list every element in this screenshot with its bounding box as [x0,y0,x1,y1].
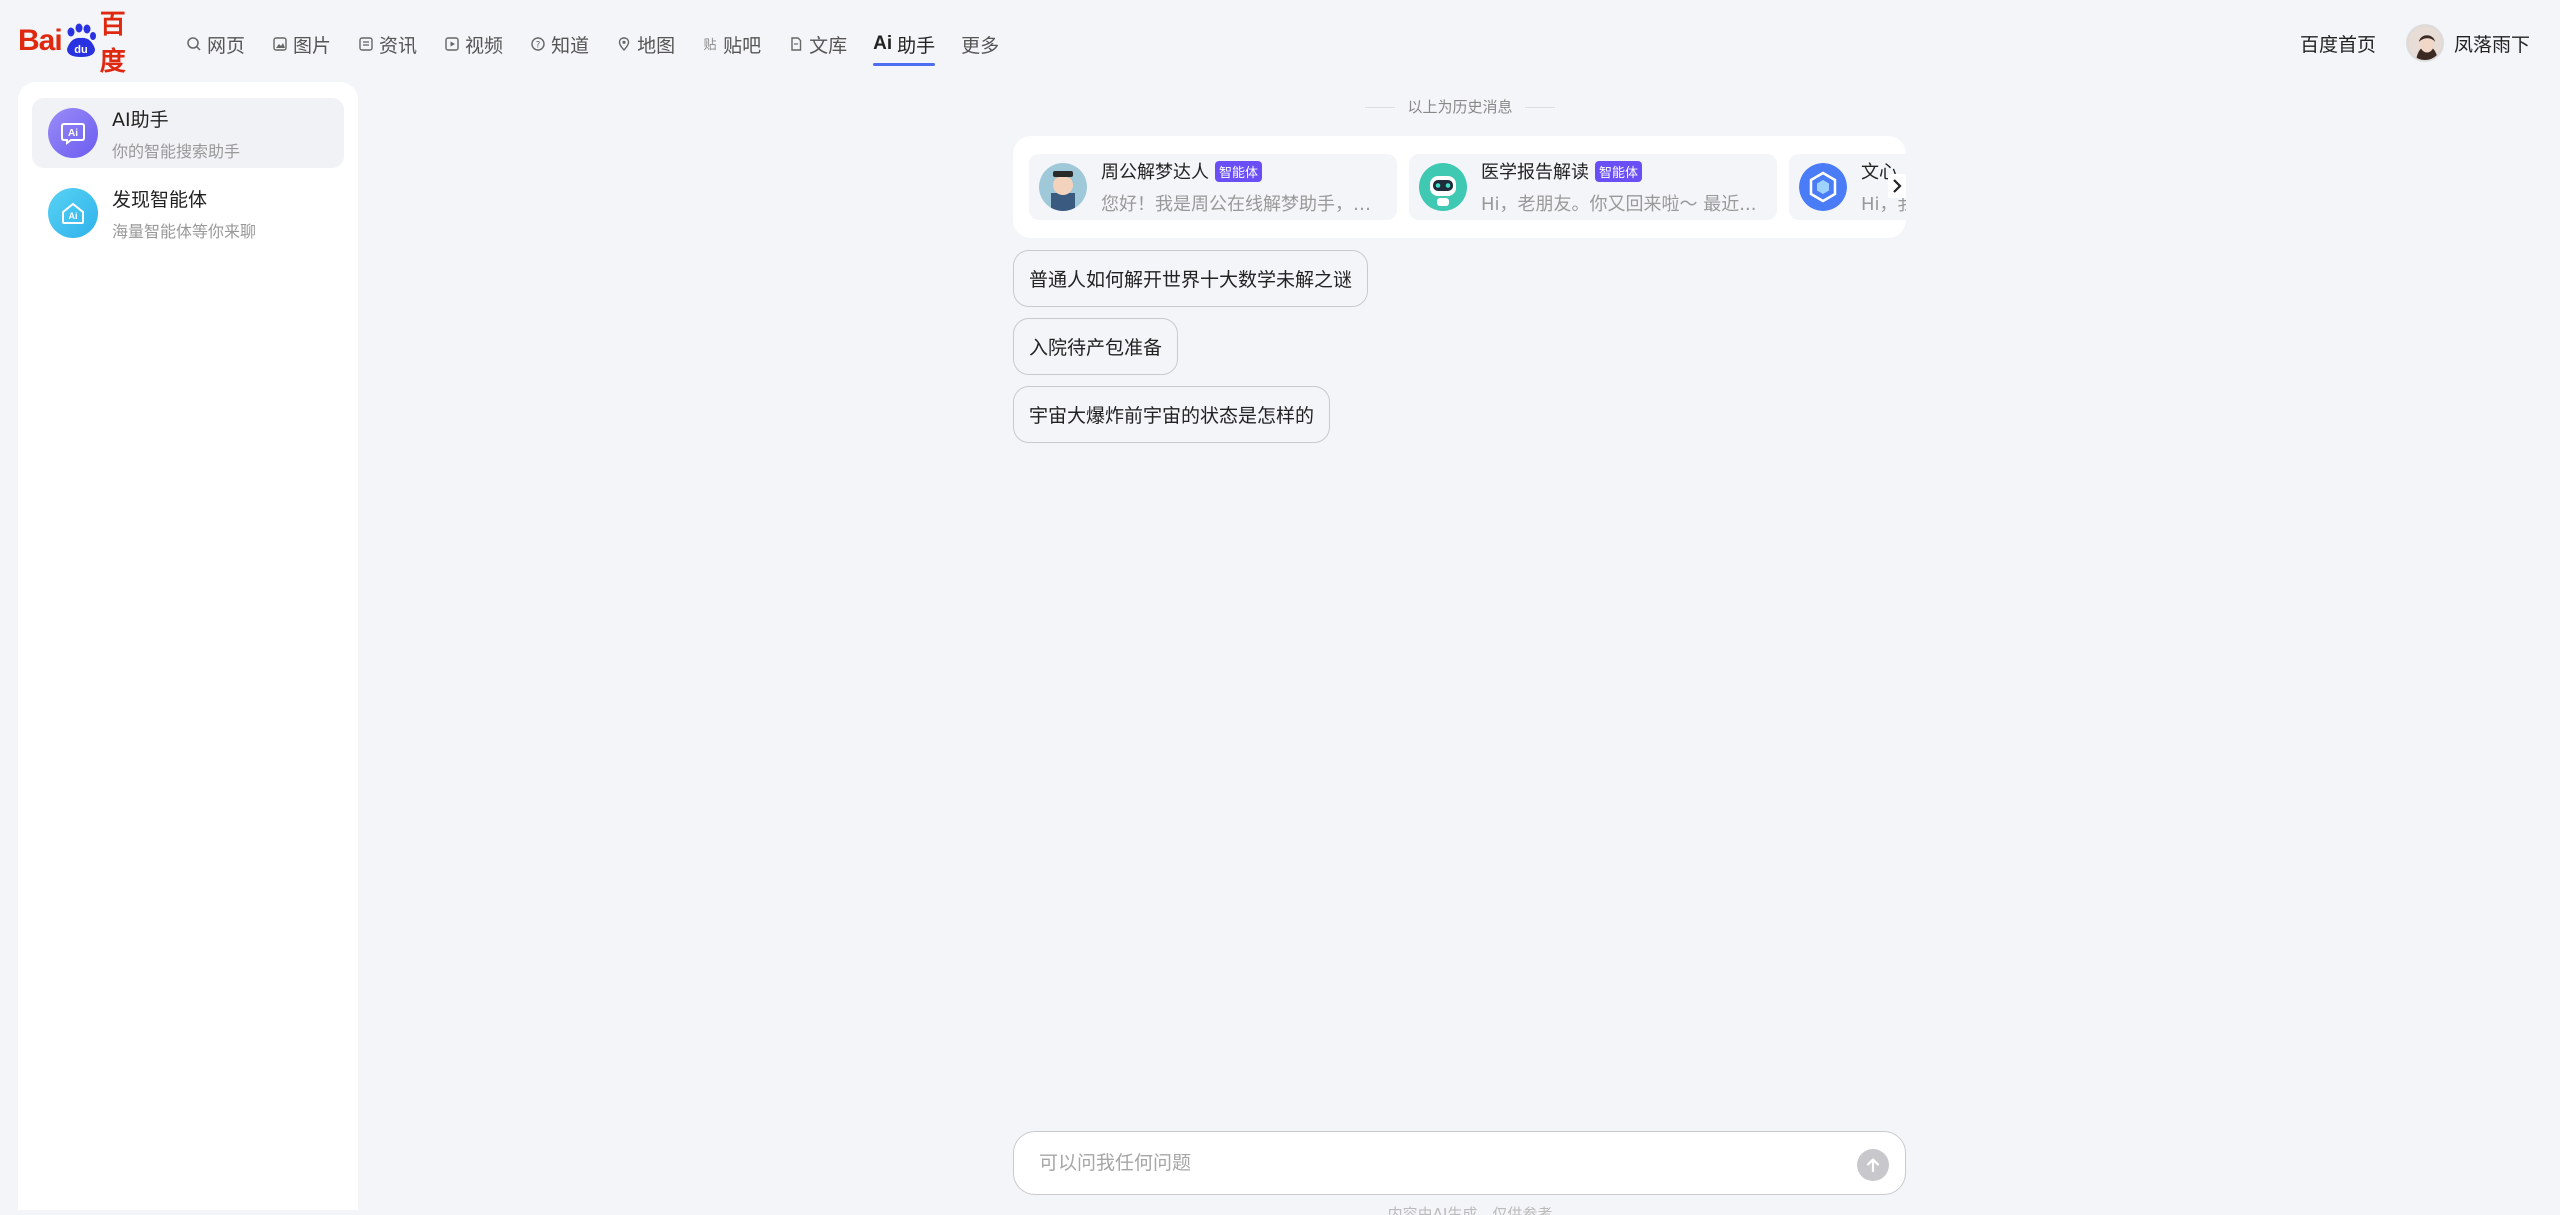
agent-avatar [1419,163,1467,211]
nav-label: 图片 [293,34,332,57]
nav-map[interactable]: 地图 [615,26,675,62]
agent-info: 医学报告解读 智能体 Hi，老朋友。你又回来啦～ 最近... [1481,158,1761,216]
baidu-home-link[interactable]: 百度首页 [2300,30,2376,57]
logo-cn: 百度 [99,10,126,77]
agent-desc: Hi，老朋友。你又回来啦～ 最近... [1481,194,1757,215]
discover-agents-icon: Ai [48,188,98,238]
agent-name: 医学报告解读 [1481,162,1589,183]
top-bar: Bai du 百度 网页 图片 资讯 视频 ? 知道 地图 贴 贴吧 文库 Ai… [0,0,2560,82]
search-nav: 网页 图片 资讯 视频 ? 知道 地图 贴 贴吧 文库 Ai 助手 更多 [185,26,1025,66]
suggestion-chip[interactable]: 普通人如何解开世界十大数学未解之谜 [1013,250,1369,307]
suggestion-chip[interactable]: 入院待产包准备 [1013,318,1179,375]
agent-avatar [1799,163,1847,211]
arrow-up-icon [1866,1158,1880,1173]
nav-label: 地图 [637,34,676,57]
nav-label: 更多 [961,34,1000,57]
nav-label: 助手 [897,34,936,57]
discover-icon-text: Ai [69,211,78,221]
news-icon [357,35,375,53]
nav-wenku[interactable]: 文库 [787,26,847,62]
nav-news[interactable]: 资讯 [357,26,417,62]
nav-label: 贴吧 [723,34,762,57]
sidebar-item-discover-agents[interactable]: Ai 发现智能体 海量智能体等你来聊 [32,178,344,248]
nav-label: 文库 [809,34,848,57]
nav-ai-assistant[interactable]: Ai 助手 [873,26,936,66]
sidebar-item-text: 发现智能体 海量智能体等你来聊 [112,185,256,242]
suggestion-list: 普通人如何解开世界十大数学未解之谜 入院待产包准备 宇宙大爆炸前宇宙的状态是怎样… [1013,250,1369,454]
sidebar-item-subtitle: 海量智能体等你来聊 [112,221,257,241]
footer-note: 内容由AI生成，仅供参考 [1387,1205,1553,1215]
map-icon [615,35,633,53]
svg-text:?: ? [536,41,541,51]
ai-assistant-icon: Ai [48,108,98,158]
sidebar-item-ai-assistant[interactable]: Ai AI助手 你的智能搜索助手 [32,98,344,168]
paw-icon: du [63,23,99,59]
avatar[interactable] [2405,24,2444,62]
agent-tag: 智能体 [1595,160,1643,182]
ai-icon-text: Ai [68,128,78,139]
nav-label: 资讯 [379,34,418,57]
video-icon [443,35,461,53]
agent-name: 周公解梦达人 [1101,162,1209,183]
nav-label: 知道 [551,34,590,57]
svg-text:贴: 贴 [704,38,717,52]
sidebar: Ai AI助手 你的智能搜索助手 Ai 发现智能体 海量智能体等你来聊 [18,82,358,1210]
chat-input-box [1013,1131,1906,1195]
user-area: 百度首页 凤落雨下 [2300,24,2530,62]
agent-tag: 智能体 [1215,160,1263,182]
search-icon [185,35,203,53]
nav-images[interactable]: 图片 [271,26,331,62]
agent-name-row: 医学报告解读 智能体 [1481,158,1761,184]
logo-bai: Bai [18,24,63,57]
sidebar-item-text: AI助手 你的智能搜索助手 [112,105,240,162]
send-button[interactable] [1857,1149,1889,1181]
baidu-logo[interactable]: Bai du 百度 [18,10,150,77]
history-divider: 以上为历史消息 [1365,96,1555,117]
chat-input[interactable] [1039,1152,1819,1174]
question-icon: ? [529,35,547,53]
image-icon [271,35,289,53]
doc-icon [787,35,805,53]
agent-name-row: 周公解梦达人 智能体 [1101,158,1381,184]
tieba-icon: 贴 [701,35,719,53]
sidebar-item-title: AI助手 [112,108,169,131]
nav-more[interactable]: 更多 [961,26,999,62]
nav-video[interactable]: 视频 [443,26,503,62]
suggestion-chip[interactable]: 宇宙大爆炸前宇宙的状态是怎样的 [1013,386,1331,443]
agent-avatar [1039,163,1087,211]
agent-info: 周公解梦达人 智能体 您好！我是周公在线解梦助手，无... [1101,158,1381,216]
username: 凤落雨下 [2453,33,2530,56]
sidebar-item-title: 发现智能体 [112,188,208,211]
nav-web[interactable]: 网页 [185,26,245,62]
ai-icon: Ai [873,33,893,54]
sidebar-item-subtitle: 你的智能搜索助手 [112,141,241,161]
agent-card[interactable]: 周公解梦达人 智能体 您好！我是周公在线解梦助手，无... [1029,154,1397,220]
user-menu[interactable]: 凤落雨下 [2405,24,2530,62]
agent-desc: 您好！我是周公在线解梦助手，无... [1101,194,1381,215]
chevron-right-icon[interactable] [1888,174,1906,198]
nav-tieba[interactable]: 贴 贴吧 [701,26,762,62]
nav-zhidao[interactable]: ? 知道 [529,26,589,62]
nav-label: 视频 [465,34,504,57]
logo-du: du [74,44,87,56]
agent-carousel: 周公解梦达人 智能体 您好！我是周公在线解梦助手，无... 医学报告解读 智能体… [1013,136,1906,238]
nav-label: 网页 [207,34,246,57]
agent-card[interactable]: 医学报告解读 智能体 Hi，老朋友。你又回来啦～ 最近... [1409,154,1777,220]
